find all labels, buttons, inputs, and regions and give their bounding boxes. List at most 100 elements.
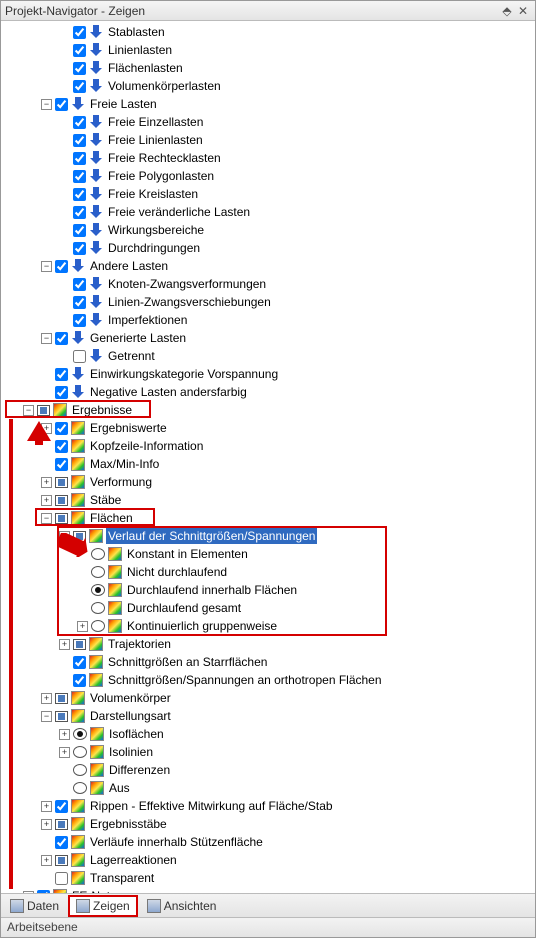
collapse-toggle[interactable]: − <box>41 99 52 110</box>
tree-item-freie-lasten[interactable]: − Freie Lasten <box>5 95 535 113</box>
checkbox[interactable] <box>73 242 86 255</box>
checkbox[interactable] <box>37 890 50 894</box>
tab-daten[interactable]: Daten <box>3 896 66 916</box>
tree-item[interactable]: Freie Polygonlasten <box>5 167 535 185</box>
checkbox[interactable] <box>73 314 86 327</box>
collapse-toggle[interactable]: − <box>41 513 52 524</box>
collapse-toggle[interactable]: − <box>23 405 34 416</box>
checkbox-mixed[interactable] <box>73 531 86 542</box>
tree-item[interactable]: Schnittgrößen an Starrflächen <box>5 653 535 671</box>
checkbox-mixed[interactable] <box>55 819 68 830</box>
expand-toggle[interactable]: + <box>77 621 88 632</box>
radio[interactable] <box>91 548 105 560</box>
checkbox[interactable] <box>55 872 68 885</box>
tree-item-andere-lasten[interactable]: − Andere Lasten <box>5 257 535 275</box>
radio[interactable] <box>73 746 87 758</box>
tree-item[interactable]: +Isoflächen <box>5 725 535 743</box>
tree-item-flaechenlasten[interactable]: Flächenlasten <box>5 59 535 77</box>
checkbox[interactable] <box>73 224 86 237</box>
checkbox-mixed[interactable] <box>55 513 68 524</box>
tree-item[interactable]: +Rippen - Effektive Mitwirkung auf Fläch… <box>5 797 535 815</box>
tree-item[interactable]: Wirkungsbereiche <box>5 221 535 239</box>
expand-toggle[interactable]: + <box>41 477 52 488</box>
tree-item[interactable]: Freie Rechtecklasten <box>5 149 535 167</box>
tree[interactable]: Stablasten Linienlasten Flächenlasten Vo… <box>1 21 535 893</box>
tree-item-volumenkoerperlasten[interactable]: Volumenkörperlasten <box>5 77 535 95</box>
radio[interactable] <box>73 764 87 776</box>
tree-item[interactable]: +Verformung <box>5 473 535 491</box>
checkbox[interactable] <box>73 134 86 147</box>
tree-item[interactable]: Kopfzeile-Information <box>5 437 535 455</box>
checkbox[interactable] <box>55 98 68 111</box>
checkbox[interactable] <box>73 188 86 201</box>
collapse-toggle[interactable]: − <box>41 711 52 722</box>
expand-toggle[interactable]: + <box>41 855 52 866</box>
tree-item[interactable]: Linien-Zwangsverschiebungen <box>5 293 535 311</box>
tree-item[interactable]: +Stäbe <box>5 491 535 509</box>
tree-item[interactable]: Imperfektionen <box>5 311 535 329</box>
tree-item[interactable]: +Isolinien <box>5 743 535 761</box>
tree-item-flaechen[interactable]: − Flächen <box>5 509 535 527</box>
checkbox-mixed[interactable] <box>55 711 68 722</box>
checkbox[interactable] <box>55 836 68 849</box>
checkbox[interactable] <box>73 26 86 39</box>
checkbox[interactable] <box>55 800 68 813</box>
checkbox[interactable] <box>55 440 68 453</box>
checkbox[interactable] <box>73 206 86 219</box>
expand-toggle[interactable]: + <box>59 729 70 740</box>
tree-item[interactable]: +Kontinuierlich gruppenweise <box>5 617 535 635</box>
checkbox[interactable] <box>55 260 68 273</box>
expand-toggle[interactable]: + <box>59 639 70 650</box>
radio[interactable] <box>91 620 105 632</box>
tree-item[interactable]: Konstant in Elementen <box>5 545 535 563</box>
collapse-toggle[interactable]: − <box>41 261 52 272</box>
checkbox-mixed[interactable] <box>55 477 68 488</box>
close-button[interactable]: ✕ <box>515 4 531 18</box>
tree-item[interactable]: +FE-Netz <box>5 887 535 893</box>
tree-item[interactable]: Durchlaufend innerhalb Flächen <box>5 581 535 599</box>
tree-item[interactable]: Getrennt <box>5 347 535 365</box>
pin-button[interactable]: ⬘ <box>499 4 515 18</box>
tree-item[interactable]: Einwirkungskategorie Vorspannung <box>5 365 535 383</box>
checkbox[interactable] <box>73 674 86 687</box>
expand-toggle[interactable]: + <box>23 891 34 894</box>
checkbox[interactable] <box>55 458 68 471</box>
radio-selected[interactable] <box>73 728 87 740</box>
tree-item[interactable]: Nicht durchlaufend <box>5 563 535 581</box>
expand-toggle[interactable]: + <box>41 819 52 830</box>
checkbox[interactable] <box>73 116 86 129</box>
tree-item[interactable]: +Volumenkörper <box>5 689 535 707</box>
tab-zeigen[interactable]: Zeigen <box>68 895 138 917</box>
tree-item[interactable]: Transparent <box>5 869 535 887</box>
checkbox[interactable] <box>55 386 68 399</box>
tree-item[interactable]: Aus <box>5 779 535 797</box>
checkbox[interactable] <box>73 350 86 363</box>
collapse-toggle[interactable]: − <box>59 531 70 542</box>
tree-item[interactable]: Negative Lasten andersfarbig <box>5 383 535 401</box>
radio[interactable] <box>91 602 105 614</box>
checkbox-mixed[interactable] <box>73 639 86 650</box>
checkbox[interactable] <box>55 368 68 381</box>
tree-item[interactable]: Knoten-Zwangsverformungen <box>5 275 535 293</box>
tree-item[interactable]: Durchlaufend gesamt <box>5 599 535 617</box>
tree-item[interactable]: Durchdringungen <box>5 239 535 257</box>
collapse-toggle[interactable]: − <box>41 333 52 344</box>
radio[interactable] <box>73 782 87 794</box>
tree-item-generierte-lasten[interactable]: − Generierte Lasten <box>5 329 535 347</box>
tab-ansichten[interactable]: Ansichten <box>140 896 224 916</box>
tree-item[interactable]: Freie Einzellasten <box>5 113 535 131</box>
expand-toggle[interactable]: + <box>59 747 70 758</box>
tree-item-ergebnisse[interactable]: − Ergebnisse <box>5 401 535 419</box>
tree-item[interactable]: Schnittgrößen/Spannungen an orthotropen … <box>5 671 535 689</box>
tree-item-linienlasten[interactable]: Linienlasten <box>5 41 535 59</box>
expand-toggle[interactable]: + <box>41 495 52 506</box>
checkbox[interactable] <box>73 656 86 669</box>
tree-item[interactable]: Max/Min-Info <box>5 455 535 473</box>
checkbox[interactable] <box>73 62 86 75</box>
tree-item[interactable]: Differenzen <box>5 761 535 779</box>
tree-item[interactable]: Freie veränderliche Lasten <box>5 203 535 221</box>
expand-toggle[interactable]: + <box>41 801 52 812</box>
tree-item[interactable]: +Ergebniswerte <box>5 419 535 437</box>
tree-item[interactable]: +Ergebnisstäbe <box>5 815 535 833</box>
checkbox[interactable] <box>73 44 86 57</box>
